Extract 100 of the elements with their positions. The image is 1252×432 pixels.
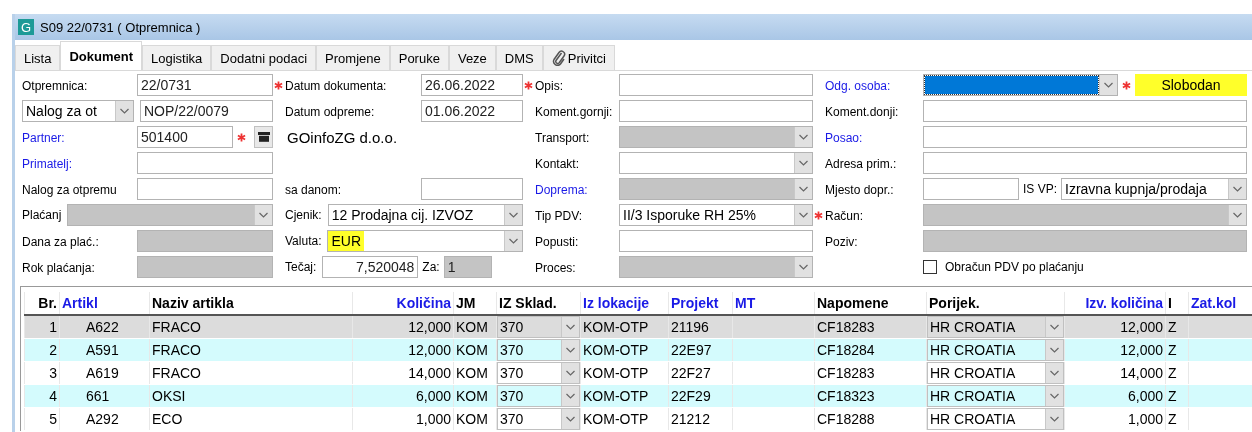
text-field[interactable] — [923, 100, 1247, 122]
table-cell: FRACO — [149, 361, 353, 385]
table-cell: Z — [1165, 361, 1189, 385]
table-cell: A622 — [59, 315, 150, 339]
table-cell: KOM-OTP — [580, 338, 669, 362]
field-label: Dana za plać.: — [22, 235, 99, 249]
field-label: Nalog za otpremu — [22, 183, 117, 197]
chevron-icon — [254, 205, 272, 225]
dropdown[interactable]: Nalog za ot — [22, 100, 134, 122]
text-field[interactable]: 26.06.2022 — [421, 74, 523, 96]
text-field[interactable] — [619, 74, 813, 96]
text-field[interactable] — [923, 126, 1247, 148]
table-cell: Z — [1165, 315, 1189, 339]
tab[interactable]: Dodatni podaci — [211, 45, 317, 70]
text-field[interactable] — [923, 152, 1247, 174]
required-icon — [273, 80, 283, 90]
dropdown[interactable] — [923, 74, 1118, 96]
text-field[interactable]: 22/0731 — [137, 74, 273, 96]
field-label: Rok plaćanja: — [22, 261, 95, 275]
text-field[interactable]: NOP/22/0079 — [140, 100, 273, 122]
dropdown[interactable]: HR CROATIA — [927, 316, 1064, 338]
table-cell: CF18283 — [814, 361, 927, 385]
dropdown[interactable]: HR CROATIA — [927, 385, 1064, 407]
table-cell: KOM-OTP — [580, 407, 669, 431]
table-cell: 3 — [24, 361, 60, 385]
checkbox[interactable] — [923, 260, 937, 274]
field-label: Adresa prim.: — [825, 157, 897, 171]
table-row[interactable]: 2 A591 FRACO 12,000 KOM 370 KOM-OTP 22E97 CF18284 HR CROATIA 12,000 Z — [24, 338, 1252, 362]
field-label: Poziv: — [825, 235, 858, 249]
field-label[interactable]: Odg. osoba: — [825, 79, 891, 93]
table-row[interactable]: 4 661 OKSI 6,000 KOM 370 KOM-OTP 22F29 CF18323 HR CROATIA 6,000 Z — [24, 384, 1252, 408]
dropdown[interactable]: II/3 Isporuke RH 25% — [619, 204, 813, 226]
table-row[interactable]: 1 A622 FRACO 12,000 KOM 370 KOM-OTP 21196 CF18283 HR CROATIA 12,000 Z — [24, 315, 1252, 339]
status-badge: Slobodan — [1135, 74, 1247, 96]
field-label: Proces: — [535, 261, 576, 275]
chevron-icon — [1228, 179, 1246, 199]
field-label[interactable]: Doprema: — [535, 183, 588, 197]
dropdown[interactable]: 370 — [497, 316, 580, 338]
tab[interactable]: Privitci — [542, 45, 615, 70]
column-header[interactable]: IZ Sklad. — [496, 292, 581, 315]
chevron-icon — [794, 205, 812, 225]
checkbox-label[interactable]: Obračun PDV po plaćanju — [945, 260, 1084, 274]
table-cell: 4 — [24, 384, 60, 408]
dropdown[interactable]: Izravna kupnja/prodaja — [1061, 178, 1247, 200]
dropdown[interactable]: 370 — [497, 408, 580, 430]
field-label[interactable]: Posao: — [825, 131, 863, 145]
field-label: IS VP: — [1023, 182, 1057, 196]
table-row[interactable]: 5 A292 ECO 1,000 KOM 370 KOM-OTP 21212 CF18288 HR CROATIA 1,000 Z — [24, 407, 1252, 431]
dropdown[interactable]: 370 — [497, 385, 580, 407]
field-label: Transport: — [535, 131, 590, 145]
field-label[interactable]: Primatelj: — [22, 157, 72, 171]
chevron-icon — [1045, 409, 1063, 429]
table-cell: 12,000 — [1064, 315, 1166, 339]
tab[interactable]: Lista — [15, 45, 61, 70]
field-label[interactable]: Partner: — [22, 131, 65, 145]
chevron-icon — [561, 317, 579, 337]
text-field[interactable] — [421, 178, 523, 200]
field-label: sa danom: — [285, 183, 342, 197]
column-header[interactable]: Porijek. — [926, 292, 1065, 315]
table-cell: KOM — [453, 361, 497, 385]
required-icon — [813, 210, 823, 220]
chevron-icon — [504, 231, 522, 251]
table-cell: Z — [1165, 384, 1189, 408]
dropdown[interactable]: HR CROATIA — [927, 339, 1064, 361]
text-field[interactable] — [619, 100, 813, 122]
dropdown[interactable]: HR CROATIA — [927, 408, 1064, 430]
table-cell: KOM — [453, 315, 497, 339]
archive-box-icon — [257, 132, 270, 142]
table-cell: ECO — [149, 407, 353, 431]
tab[interactable]: Veze — [448, 45, 496, 70]
paperclip-icon — [551, 50, 566, 66]
text-field[interactable]: 7,520048 — [322, 256, 419, 278]
table-cell: KOM-OTP — [580, 315, 669, 339]
table-cell: 14,000 — [1064, 361, 1166, 385]
required-icon — [523, 80, 533, 90]
chevron-icon — [561, 386, 579, 406]
tab[interactable]: Promjene — [316, 45, 390, 70]
text-field[interactable] — [923, 178, 1019, 200]
app-icon: G — [18, 19, 34, 35]
table-cell: 12,000 — [352, 315, 454, 339]
tab[interactable]: Logistika — [142, 45, 212, 70]
dropdown[interactable]: EUR — [327, 230, 523, 252]
text-field[interactable] — [619, 230, 813, 252]
field-label: Otpremnica: — [22, 79, 88, 93]
dropdown[interactable]: HR CROATIA — [927, 362, 1064, 384]
tab[interactable]: Dokument — [60, 41, 143, 70]
tab[interactable]: DMS — [495, 45, 543, 70]
dropdown[interactable]: 370 — [497, 362, 580, 384]
tab[interactable]: Poruke — [389, 45, 449, 70]
dropdown[interactable]: 370 — [497, 339, 580, 361]
text-field[interactable]: 501400 — [137, 126, 233, 148]
table-row[interactable]: 3 A619 FRACO 14,000 KOM 370 KOM-OTP 22F27 CF18283 HR CROATIA 14,000 Z — [24, 361, 1252, 385]
dropdown[interactable]: 12 Prodajna cij. IZVOZ — [327, 204, 523, 226]
lookup-button[interactable] — [254, 126, 273, 148]
text-field[interactable] — [137, 178, 273, 200]
text-field[interactable]: 01.06.2022 — [421, 100, 523, 122]
field-label: Koment.donji: — [825, 105, 899, 119]
chevron-icon — [561, 363, 579, 383]
text-field[interactable] — [137, 152, 273, 174]
table-cell: 2 — [24, 338, 60, 362]
